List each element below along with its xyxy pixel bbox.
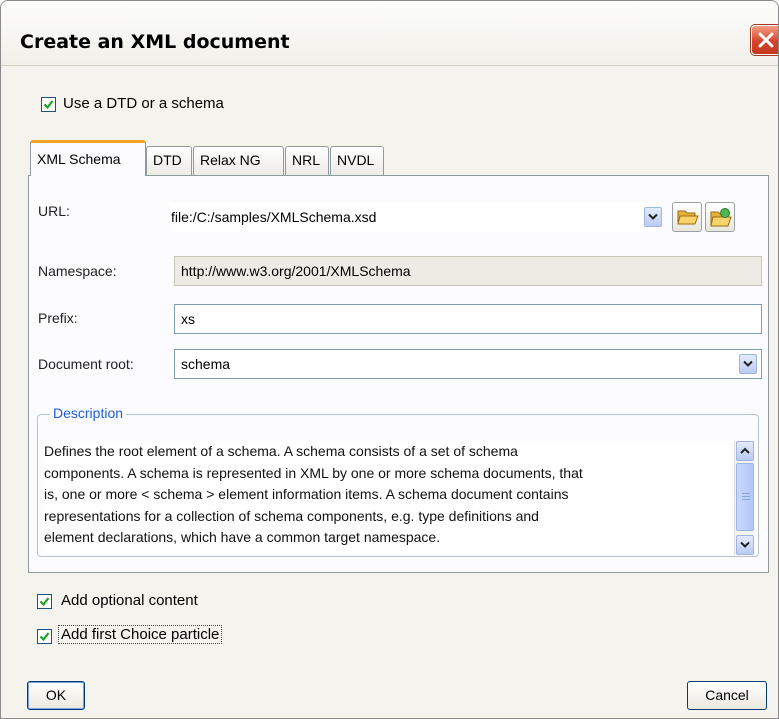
chevron-down-icon xyxy=(743,360,753,367)
description-line: Defines the root element of a schema. A … xyxy=(44,443,518,459)
ok-button[interactable]: OK xyxy=(27,681,85,710)
url-value: file:/C:/samples/XMLSchema.xsd xyxy=(171,209,377,225)
create-xml-document-dialog: Create an XML document Use a DTD or a sc… xyxy=(0,0,779,719)
checkmark-icon xyxy=(39,632,50,642)
chevron-down-icon xyxy=(740,541,750,548)
cancel-button[interactable]: Cancel xyxy=(687,681,767,710)
use-schema-checkbox[interactable] xyxy=(41,97,56,112)
optional-content-label[interactable]: Add optional content xyxy=(61,592,198,609)
close-button[interactable] xyxy=(751,25,778,55)
namespace-field: http://www.w3.org/2001/XMLSchema xyxy=(174,256,762,286)
chevron-up-icon xyxy=(740,447,750,454)
document-root-select[interactable]: schema xyxy=(174,349,762,379)
tab-relax-ng[interactable]: Relax NG xyxy=(193,146,284,175)
scroll-up-button[interactable] xyxy=(736,441,754,461)
folder-open-icon xyxy=(677,210,699,225)
browse-local-button[interactable] xyxy=(672,202,702,232)
first-choice-label[interactable]: Add first Choice particle xyxy=(57,625,223,644)
url-dropdown-button[interactable] xyxy=(644,207,662,227)
scroll-thumb[interactable] xyxy=(736,463,754,531)
description-text[interactable]: Defines the root element of a schema. A … xyxy=(42,441,732,555)
close-icon xyxy=(758,32,774,48)
description-line: element declarations, which have a commo… xyxy=(44,529,441,545)
url-label: URL: xyxy=(38,203,70,219)
use-schema-label[interactable]: Use a DTD or a schema xyxy=(63,95,224,112)
description-line: representations for a collection of sche… xyxy=(44,507,539,524)
checkmark-icon xyxy=(43,100,54,110)
document-root-label: Document root: xyxy=(38,356,134,372)
browse-url-button[interactable] xyxy=(705,202,735,232)
document-root-value: schema xyxy=(181,356,231,372)
description-line: components. A schema is represented in X… xyxy=(44,464,583,481)
description-scrollbar[interactable] xyxy=(734,441,754,555)
description-line: is, one or more < schema > element infor… xyxy=(44,486,569,502)
checkmark-icon xyxy=(39,597,50,607)
tab-nrl[interactable]: NRL xyxy=(285,146,329,175)
window-title: Create an XML document xyxy=(20,31,290,53)
namespace-value: http://www.w3.org/2001/XMLSchema xyxy=(181,263,411,279)
tab-dtd[interactable]: DTD xyxy=(146,146,192,175)
chevron-down-icon xyxy=(648,213,658,220)
namespace-label: Namespace: xyxy=(38,263,117,279)
tab-nvdl[interactable]: NVDL xyxy=(330,146,384,175)
tab-xml-schema[interactable]: XML Schema xyxy=(30,140,146,176)
url-combobox[interactable]: file:/C:/samples/XMLSchema.xsd xyxy=(170,202,655,232)
prefix-label: Prefix: xyxy=(38,310,78,326)
description-legend: Description xyxy=(50,405,127,421)
prefix-input[interactable]: xs xyxy=(174,304,762,334)
folder-url-icon xyxy=(710,208,732,227)
prefix-value: xs xyxy=(181,311,195,327)
document-root-dropdown-button[interactable] xyxy=(739,354,757,374)
description-group: Description Defines the root element of … xyxy=(37,405,759,557)
title-bar[interactable]: Create an XML document xyxy=(1,1,778,66)
scroll-down-button[interactable] xyxy=(736,535,754,555)
xml-schema-tab-panel: URL: file:/C:/samples/XMLSchema.xsd Name… xyxy=(28,175,769,573)
optional-content-checkbox[interactable] xyxy=(37,594,52,609)
first-choice-checkbox[interactable] xyxy=(37,629,52,644)
